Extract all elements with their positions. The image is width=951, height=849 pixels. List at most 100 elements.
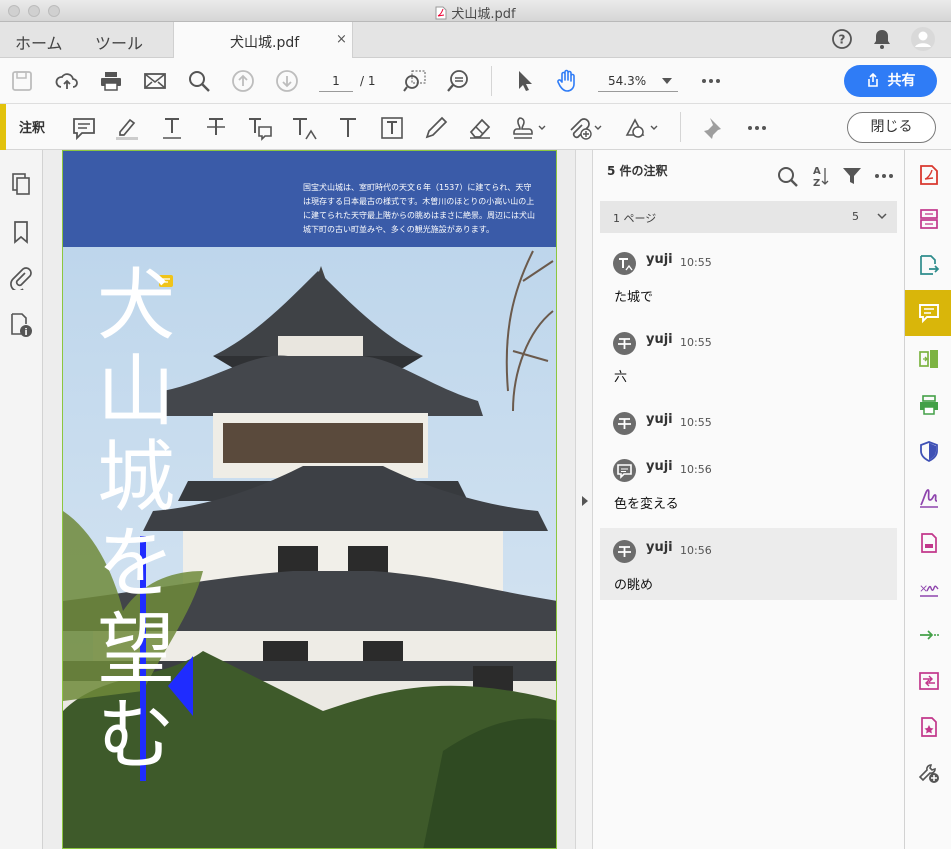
zoom-level-field[interactable]: 54.3% bbox=[598, 70, 678, 92]
search-icon[interactable] bbox=[777, 166, 799, 188]
comment-tool-active[interactable] bbox=[905, 290, 951, 336]
page-group-header[interactable]: 1 ページ 5 bbox=[600, 201, 897, 233]
underline-text-icon[interactable] bbox=[159, 115, 185, 141]
search-icon[interactable] bbox=[187, 69, 211, 93]
annotation-toolbar: 注釈 bbox=[0, 104, 951, 150]
page-vertical-title: 犬 山 城 を 望 む bbox=[91, 263, 181, 779]
comment-author: yuji bbox=[646, 252, 673, 267]
comment-item[interactable]: yuji 10:55 た城で bbox=[600, 240, 897, 312]
attachment-paperclip-icon[interactable] bbox=[9, 266, 33, 290]
share-icon bbox=[867, 73, 878, 87]
main-toolbar bbox=[0, 58, 951, 104]
document-scrollbar[interactable] bbox=[575, 150, 593, 849]
comment-item[interactable]: yuji 10:55 六 bbox=[600, 320, 897, 392]
eraser-icon[interactable] bbox=[467, 115, 493, 141]
print-production-icon[interactable] bbox=[918, 394, 940, 416]
next-page-icon[interactable] bbox=[275, 69, 299, 93]
right-tools-rail: × bbox=[904, 150, 951, 849]
page-number-input[interactable] bbox=[319, 70, 353, 92]
attach-file-icon[interactable] bbox=[567, 115, 603, 141]
pencil-icon[interactable] bbox=[423, 115, 449, 141]
share-button[interactable]: 共有 bbox=[844, 65, 937, 97]
expand-right-panel-icon[interactable] bbox=[581, 496, 589, 506]
title-char: む bbox=[96, 691, 175, 781]
email-icon[interactable] bbox=[143, 69, 167, 93]
sticky-note-icon[interactable] bbox=[71, 115, 97, 141]
page-group-label: 1 ページ bbox=[613, 212, 657, 225]
svg-text:?: ? bbox=[839, 33, 846, 47]
replace-text-icon[interactable] bbox=[247, 115, 273, 141]
zoom-tool-icon[interactable] bbox=[446, 69, 470, 93]
page-thumbnails-icon[interactable] bbox=[10, 172, 32, 196]
comment-time: 10:56 bbox=[680, 544, 712, 557]
insert-text-icon bbox=[613, 252, 636, 275]
help-icon[interactable]: ? bbox=[831, 28, 853, 50]
insert-text-icon[interactable] bbox=[291, 115, 317, 141]
send-for-signature-icon[interactable]: × bbox=[918, 578, 940, 600]
hand-tool-icon[interactable] bbox=[555, 69, 579, 93]
save-icon[interactable] bbox=[10, 69, 34, 93]
tab-home[interactable]: ホーム bbox=[15, 30, 63, 54]
stamp-icon[interactable] bbox=[511, 115, 547, 141]
organize-pages-icon[interactable] bbox=[918, 208, 940, 230]
comment-time: 10:55 bbox=[680, 416, 712, 429]
more-icon[interactable] bbox=[699, 69, 723, 93]
chevron-down-icon[interactable] bbox=[877, 213, 887, 220]
print-icon[interactable] bbox=[99, 69, 123, 93]
highlight-icon[interactable] bbox=[114, 115, 140, 141]
close-tab-button[interactable]: × bbox=[336, 32, 347, 47]
export-pdf-icon[interactable] bbox=[918, 254, 940, 276]
svg-text:×: × bbox=[919, 582, 928, 595]
protect-icon[interactable] bbox=[918, 440, 940, 462]
edit-pdf-icon[interactable] bbox=[918, 532, 940, 554]
left-navigation-rail: i bbox=[0, 150, 54, 849]
fill-sign-icon[interactable] bbox=[918, 486, 940, 508]
combine-icon[interactable] bbox=[918, 670, 940, 692]
page-header-text: 国宝犬山城は、室町時代の天文６年（1537）に建てられ、天守は現存する日本最古の… bbox=[303, 183, 535, 234]
pdf-page[interactable]: 国宝犬山城は、室町時代の天文６年（1537）に建てられ、天守は現存する日本最古の… bbox=[62, 150, 557, 849]
comment-time: 10:56 bbox=[680, 463, 712, 476]
user-avatar-icon[interactable] bbox=[910, 26, 936, 52]
strikethrough-text-icon[interactable] bbox=[203, 115, 229, 141]
strikethrough-text-icon bbox=[613, 412, 636, 435]
more-icon[interactable] bbox=[744, 115, 770, 141]
strikethrough-text-icon bbox=[613, 540, 636, 563]
upload-cloud-icon[interactable] bbox=[55, 69, 79, 93]
add-text-icon[interactable] bbox=[335, 115, 361, 141]
filter-icon[interactable] bbox=[842, 166, 862, 186]
sort-alpha-icon[interactable]: AZ bbox=[810, 164, 830, 188]
comment-item-selected[interactable]: yuji 10:56 の眺め bbox=[600, 528, 897, 600]
marquee-zoom-icon[interactable] bbox=[403, 69, 427, 93]
window-title-text: 犬山城.pdf bbox=[451, 7, 516, 22]
toolbar-divider bbox=[491, 66, 492, 96]
comments-count-title: 5 件の注釈 bbox=[607, 164, 668, 178]
notification-bell-icon[interactable] bbox=[872, 28, 892, 50]
document-properties-icon[interactable]: i bbox=[9, 312, 33, 338]
pdf-file-icon bbox=[435, 6, 447, 20]
page-total: / 1 bbox=[360, 74, 376, 88]
pin-icon[interactable] bbox=[700, 115, 726, 141]
strikethrough-text-icon bbox=[613, 332, 636, 355]
compare-icon[interactable] bbox=[918, 348, 940, 370]
close-annotation-button[interactable]: 閉じる bbox=[847, 112, 936, 143]
text-box-icon[interactable] bbox=[379, 115, 405, 141]
comment-item[interactable]: yuji 10:55 bbox=[600, 400, 897, 444]
send-track-icon[interactable] bbox=[918, 624, 940, 646]
bookmark-icon[interactable] bbox=[11, 220, 31, 244]
comment-item[interactable]: yuji 10:56 色を変える bbox=[600, 447, 897, 519]
comment-text: の眺め bbox=[614, 578, 654, 593]
tab-bar: ホーム ツール 犬山城.pdf × ? bbox=[0, 22, 951, 59]
create-pdf-icon[interactable] bbox=[918, 164, 940, 186]
tab-tools[interactable]: ツール bbox=[95, 30, 143, 54]
select-pointer-icon[interactable] bbox=[513, 69, 537, 93]
comments-panel: 5 件の注釈 AZ 1 ページ 5 yuji 10:55 た城で yuji 10… bbox=[593, 150, 904, 849]
more-tools-icon[interactable] bbox=[918, 762, 940, 784]
title-char: 山 bbox=[96, 347, 175, 437]
window-title: 犬山城.pdf bbox=[0, 3, 951, 22]
more-icon[interactable] bbox=[874, 166, 894, 186]
prev-page-icon[interactable] bbox=[231, 69, 255, 93]
rich-media-icon[interactable] bbox=[918, 716, 940, 738]
shapes-icon[interactable] bbox=[623, 115, 659, 141]
title-char: 望 bbox=[96, 605, 175, 695]
tab-document[interactable]: 犬山城.pdf × bbox=[173, 22, 353, 59]
